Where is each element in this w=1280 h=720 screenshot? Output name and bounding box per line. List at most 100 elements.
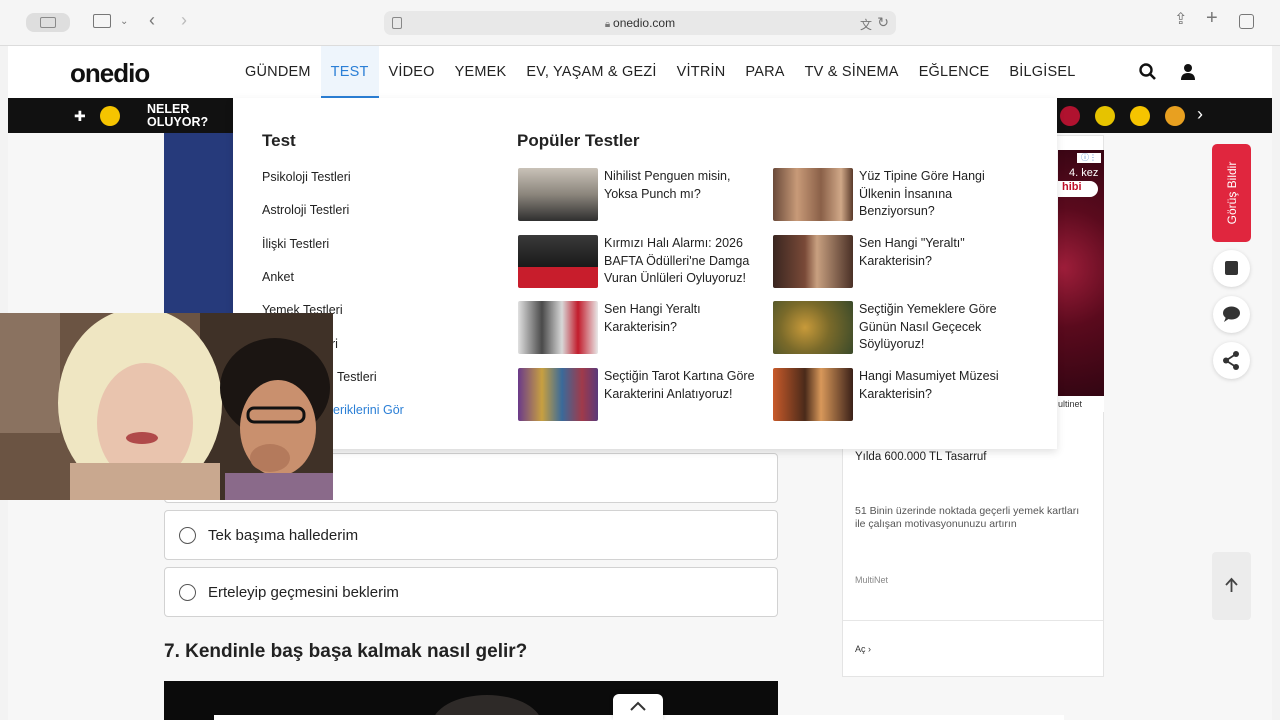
forward-icon[interactable]: › [181, 11, 187, 29]
sidebar-toggle-icon[interactable] [93, 14, 111, 28]
ad-headline: Yılda 600.000 TL Tasarruf [855, 451, 987, 463]
popular-test-card[interactable]: Seçtiğin Yemeklere Göre Günün Nasıl Geçe… [773, 301, 1013, 357]
site-header: onedio GÜNDEM TEST VİDEO YEMEK EV, YAŞAM… [8, 46, 1272, 98]
card-title: Hangi Masumiyet Müzesi Karakterisin? [859, 369, 999, 401]
reload-icon[interactable]: ↻ [877, 14, 889, 31]
url-text: 🔒︎ onedio.com [384, 16, 896, 30]
popular-test-card[interactable]: Sen Hangi Yeraltı Karakterisin? [518, 301, 758, 357]
back-icon[interactable]: ‹ [149, 11, 155, 29]
card-title: Yüz Tipine Göre Hangi Ülkenin İnsanına B… [859, 169, 985, 218]
nav-vitrin[interactable]: VİTRİN [667, 46, 736, 98]
ad-cta-label: Aç [855, 644, 866, 654]
quiz-option-label: Tek başıma hallederim [208, 526, 359, 544]
radio-icon[interactable] [179, 526, 196, 544]
radio-icon[interactable] [179, 583, 196, 601]
main-nav: GÜNDEM TEST VİDEO YEMEK EV, YAŞAM & GEZİ… [235, 46, 1085, 98]
nav-video[interactable]: VİDEO [379, 46, 445, 98]
share-button[interactable] [1213, 342, 1250, 379]
ad-brand: ultinet [1058, 396, 1104, 412]
expand-panel-button[interactable] [613, 694, 663, 720]
neler-oluyor-label[interactable]: NELER OLUYOR? [147, 103, 208, 129]
bookmark-icon [1225, 261, 1238, 275]
card-title: Kırmızı Halı Alarmı: 2026 BAFTA Ödülleri… [604, 236, 750, 285]
popular-test-card[interactable]: Kırmızı Halı Alarmı: 2026 BAFTA Ödülleri… [518, 235, 758, 291]
nav-para[interactable]: PARA [735, 46, 794, 98]
menu-link-anket[interactable]: Anket [262, 270, 294, 284]
card-title: Seçtiğin Yemeklere Göre Günün Nasıl Geçe… [859, 302, 997, 351]
card-thumbnail [773, 368, 853, 421]
tab-overview-button[interactable] [26, 13, 70, 32]
popular-tests-title: Popüler Testler [517, 131, 640, 150]
new-tab-icon[interactable]: + [1206, 8, 1218, 28]
ad-divider [843, 620, 1103, 621]
popular-test-card[interactable]: Seçtiğin Tarot Kartına Göre Karakterini … [518, 368, 758, 424]
chevron-down-icon[interactable]: ⌄ [120, 14, 128, 30]
url-label: onedio.com [613, 16, 676, 30]
webcam-overlay [0, 313, 333, 500]
card-title: Seçtiğin Tarot Kartına Göre Karakterini … [604, 369, 755, 401]
once-biz-badge[interactable] [1095, 106, 1115, 126]
chevron-up-icon [630, 701, 646, 711]
news-icon[interactable] [100, 106, 120, 126]
share-icon[interactable]: ⇪ [1174, 12, 1187, 28]
article-image [164, 133, 234, 313]
arrow-up-icon [1225, 577, 1238, 592]
apps-icon[interactable]: ✚ [74, 108, 86, 125]
address-bar[interactable]: 🔒︎ onedio.com 文 ↻ [384, 11, 896, 35]
test-mega-menu: Test Psikoloji Testleri Astroloji Testle… [233, 98, 1057, 449]
card-thumbnail [773, 168, 853, 221]
mega-menu-title: Test [262, 131, 296, 150]
nav-tv-sinema[interactable]: TV & SİNEMA [795, 46, 909, 98]
popular-test-card[interactable]: Hangi Masumiyet Müzesi Karakterisin? [773, 368, 1013, 424]
user-icon[interactable] [1178, 62, 1198, 82]
scroll-top-button[interactable] [1212, 552, 1251, 620]
orange-badge[interactable] [1165, 106, 1185, 126]
card-title: Sen Hangi "Yeraltı" Karakterisin? [859, 236, 965, 268]
menu-link-psikoloji[interactable]: Psikoloji Testleri [262, 170, 351, 184]
share-icon [1223, 351, 1239, 370]
feedback-button[interactable]: Görüş Bildir [1212, 144, 1251, 242]
popular-test-card[interactable]: Yüz Tipine Göre Hangi Ülkenin İnsanına B… [773, 168, 1013, 224]
nav-ev-yasam-gezi[interactable]: EV, YAŞAM & GEZİ [516, 46, 666, 98]
card-title: Sen Hangi Yeraltı Karakterisin? [604, 302, 701, 334]
nav-gundem[interactable]: GÜNDEM [235, 46, 321, 98]
card-title: Nihilist Penguen misin, Yoksa Punch mı? [604, 169, 731, 201]
comments-button[interactable] [1213, 296, 1250, 333]
nav-bilgisel[interactable]: BİLGİSEL [999, 46, 1085, 98]
bookmark-button[interactable] [1213, 250, 1250, 287]
card-thumbnail [773, 301, 853, 354]
webcam-feed-image [0, 313, 333, 500]
ad-cta[interactable]: Aç › [855, 644, 871, 654]
lock-icon: 🔒︎ [604, 19, 614, 30]
popular-test-card[interactable]: Sen Hangi "Yeraltı" Karakterisin? [773, 235, 1013, 291]
ad-badge-top: 4. kez [1069, 167, 1099, 179]
nav-yemek[interactable]: YEMEK [445, 46, 517, 98]
ad-badge: hibi [1058, 181, 1098, 197]
ad-info-icon[interactable]: ⓘ⋮ [1077, 153, 1101, 163]
ad-image[interactable]: 4. kez hibi ultinet ⓘ⋮ [1058, 150, 1104, 412]
browser-toolbar: ⌄ ‹ › 🔒︎ onedio.com 文 ↻ ⇪ + [0, 0, 1280, 46]
strip-next-icon[interactable]: › [1197, 104, 1203, 125]
translate-icon[interactable]: 文 [860, 16, 872, 33]
biz-pop-badge[interactable] [1060, 106, 1080, 126]
quiz-option[interactable]: Erteleyip geçmesini beklerim [164, 567, 778, 617]
tabs-icon[interactable] [1239, 14, 1254, 29]
menu-link-7[interactable]: Testleri [337, 370, 377, 384]
menu-link-all[interactable]: eriklerini Gör [333, 403, 404, 417]
feedback-label: Görüş Bildir [1224, 161, 1239, 225]
question-title: 7. Kendinle baş başa kalmak nasıl gelir? [164, 641, 528, 662]
nav-eglence[interactable]: EĞLENCE [909, 46, 1000, 98]
card-thumbnail [518, 301, 598, 354]
popular-test-card[interactable]: Nihilist Penguen misin, Yoksa Punch mı? [518, 168, 758, 224]
card-thumbnail [773, 235, 853, 288]
quiz-option[interactable]: Tek başıma hallederim [164, 510, 778, 560]
search-icon[interactable] [1138, 62, 1158, 82]
mask-badge[interactable] [1130, 106, 1150, 126]
menu-link-astroloji[interactable]: Astroloji Testleri [262, 203, 349, 217]
site-logo[interactable]: onedio [70, 58, 150, 89]
nav-test[interactable]: TEST [320, 46, 379, 98]
menu-link-iliski[interactable]: İlişki Testleri [262, 237, 329, 251]
comment-icon [1223, 306, 1240, 322]
card-thumbnail [518, 235, 598, 288]
card-thumbnail [518, 168, 598, 221]
